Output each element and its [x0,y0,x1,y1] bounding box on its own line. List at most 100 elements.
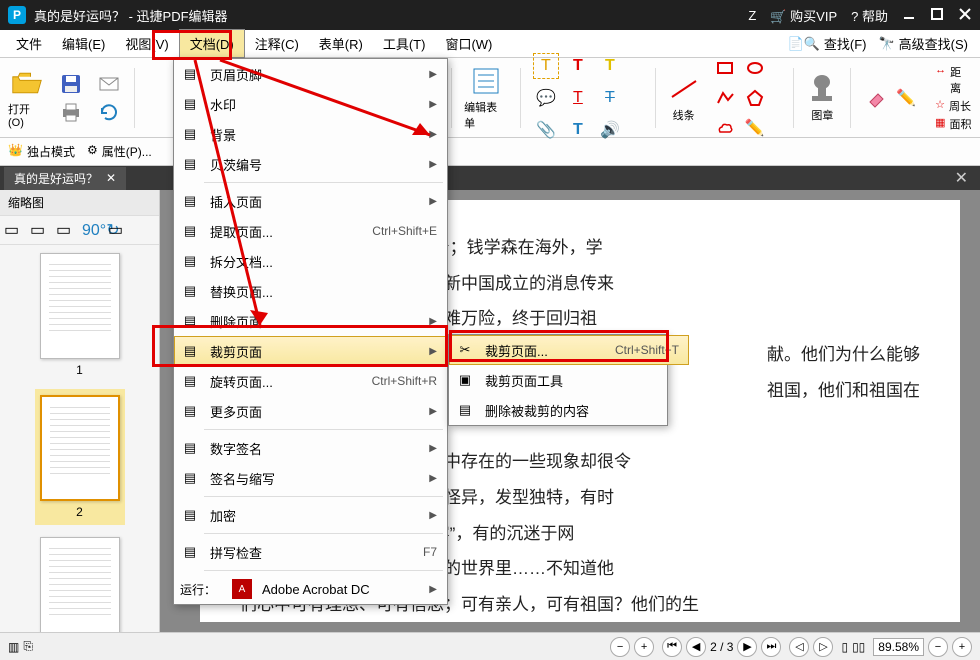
menuitem-icon: ▤ [180,542,200,562]
perimeter-button[interactable]: ☆周长 [935,98,972,114]
zoom-in-button2[interactable]: + [634,637,654,657]
thumb-tool-1[interactable]: ▭ [4,220,24,240]
text-underline-button[interactable]: T [565,85,591,111]
thumb-tool-2[interactable]: ▭ [30,220,50,240]
polyline-button[interactable] [712,85,738,111]
zoom-minus-button[interactable]: − [928,637,948,657]
menu-view[interactable]: 视图(V) [115,30,178,57]
pencil-button[interactable]: ✏️ [742,115,768,141]
menuitem-裁剪页面[interactable]: ▤裁剪页面▶ [174,336,447,366]
stamp-button[interactable]: 图章 [806,73,838,123]
crop-tool-menuitem[interactable]: ▣ 裁剪页面工具 [449,365,689,395]
app-logo: P [8,6,26,24]
last-page-button[interactable]: ⏭ [761,637,781,657]
menuitem-删除页面[interactable]: ▤删除页面▶ [174,306,447,336]
area-button[interactable]: ▦面积 [935,116,972,132]
vip-button[interactable]: 🛒 购买VIP [770,6,837,25]
menuitem-签名与缩写[interactable]: ▤签名与缩写▶ [174,463,447,493]
menu-document[interactable]: 文档(D) [179,29,245,58]
attachment-button[interactable]: 📎 [533,117,559,143]
menu-tool[interactable]: 工具(T) [373,30,436,57]
status-copy-icon[interactable]: ⎘ [23,639,33,654]
maximize-button[interactable] [930,7,944,24]
crop-tool-icon: ▣ [455,370,475,390]
tab-close-button[interactable]: ✕ [106,171,116,185]
thumb-tool-3[interactable]: ▭ [56,220,76,240]
thumbnail-3[interactable]: 3 [35,537,125,632]
text-yellow-button[interactable]: T [597,53,623,79]
mail-button[interactable] [96,71,122,97]
menuitem-背景[interactable]: ▤背景▶ [174,119,447,149]
print-button[interactable] [58,99,84,125]
first-page-button[interactable]: ⏮ [662,637,682,657]
close-button[interactable] [958,7,972,24]
menu-edit[interactable]: 编辑(E) [52,30,115,57]
document-tab[interactable]: 真的是好运吗？ ✕ [4,167,126,190]
total-pages: 3 [727,640,734,654]
menuitem-提取页面...[interactable]: ▤提取页面...Ctrl+Shift+E [174,216,447,246]
polygon-button[interactable] [742,85,768,111]
pencil2-button[interactable]: ✏️ [893,85,919,111]
open-button[interactable]: 打开(O) [8,67,46,129]
layout-single-button[interactable]: ▯ [841,640,848,654]
minimize-button[interactable] [902,7,916,24]
note-button[interactable]: 💬 [533,85,559,111]
text-box-button[interactable]: T [565,53,591,79]
current-page[interactable]: 2 [710,640,717,654]
zoom-out-button[interactable]: − [610,637,630,657]
menuitem-页眉页脚[interactable]: ▤页眉页脚▶ [174,59,447,89]
eraser-button[interactable] [863,85,889,111]
menu-annotate[interactable]: 注释(C) [245,30,309,57]
delete-cropped-menuitem[interactable]: ▤ 删除被裁剪的内容 [449,395,689,425]
save-button[interactable] [58,71,84,97]
exclusive-mode-button[interactable]: 👑独占模式 [8,143,75,160]
next-page-button[interactable]: ▶ [737,637,757,657]
menuitem-数字签名[interactable]: ▤数字签名▶ [174,433,447,463]
nav-fwd-button[interactable]: ▷ [813,637,833,657]
menu-file[interactable]: 文件 [6,30,52,57]
thumb-rotate[interactable]: 90°↻ [82,220,102,240]
menu-form[interactable]: 表单(R) [309,30,373,57]
distance-button[interactable]: ↔距离 [935,64,972,96]
line-tool-button[interactable]: 线条 [668,73,700,123]
nav-back-button[interactable]: ◁ [789,637,809,657]
ellipse-button[interactable] [742,55,768,81]
thumbnail-1[interactable]: 1 [35,253,125,377]
rectangle-button[interactable] [712,55,738,81]
gear-icon: ⚙ [87,143,98,160]
thumbnail-list[interactable]: 1 2 3 [0,245,159,632]
edit-form-button[interactable]: 编辑表单 [464,65,508,131]
thumbnail-2[interactable]: 2 [35,389,125,525]
menuitem-旋转页面...[interactable]: ▤旋转页面...Ctrl+Shift+R [174,366,447,396]
help-button[interactable]: ? 帮助 [851,6,888,25]
text-blue-button[interactable]: T [565,117,591,143]
zoom-plus-button[interactable]: + [952,637,972,657]
text-strike-button[interactable]: T [597,85,623,111]
thumb-tool-5[interactable]: ▭ [108,220,128,240]
properties-button[interactable]: ⚙属性(P)... [87,143,152,160]
menuitem-加密[interactable]: ▤加密▶ [174,500,447,530]
menuitem-拼写检查[interactable]: ▤拼写检查F7 [174,537,447,567]
cloud-button[interactable] [712,115,738,141]
menuitem-更多页面[interactable]: ▤更多页面▶ [174,396,447,426]
menu-window[interactable]: 窗口(W) [435,30,502,57]
user-label[interactable]: Z [748,8,756,23]
run-app-menuitem[interactable]: 运行：AAdobe Acrobat DC▶ [174,574,447,604]
sound-button[interactable]: 🔊 [597,117,623,143]
layout-cont-button[interactable]: ▯▯ [852,640,865,654]
menuitem-替换页面...[interactable]: ▤替换页面... [174,276,447,306]
menuitem-拆分文档...[interactable]: ▤拆分文档... [174,246,447,276]
text-highlight-button[interactable]: T [533,53,559,79]
line-icon [668,73,700,105]
refresh-button[interactable] [96,99,122,125]
menuitem-插入页面[interactable]: ▤插入页面▶ [174,186,447,216]
tab-strip-close-button[interactable]: ✕ [947,168,976,188]
crop-page-menuitem[interactable]: ✂ 裁剪页面... Ctrl+Shift+T [449,335,689,365]
menuitem-水印[interactable]: ▤水印▶ [174,89,447,119]
zoom-select[interactable]: 89.58% [873,638,924,656]
status-pages-icon[interactable]: ▥ [8,640,19,654]
menuitem-贝茨编号[interactable]: ▤贝茨编号▶ [174,149,447,179]
find-button[interactable]: 📄🔍查找(F) [781,32,872,55]
advanced-find-button[interactable]: 🔭高级查找(S) [872,32,974,55]
prev-page-button[interactable]: ◀ [686,637,706,657]
